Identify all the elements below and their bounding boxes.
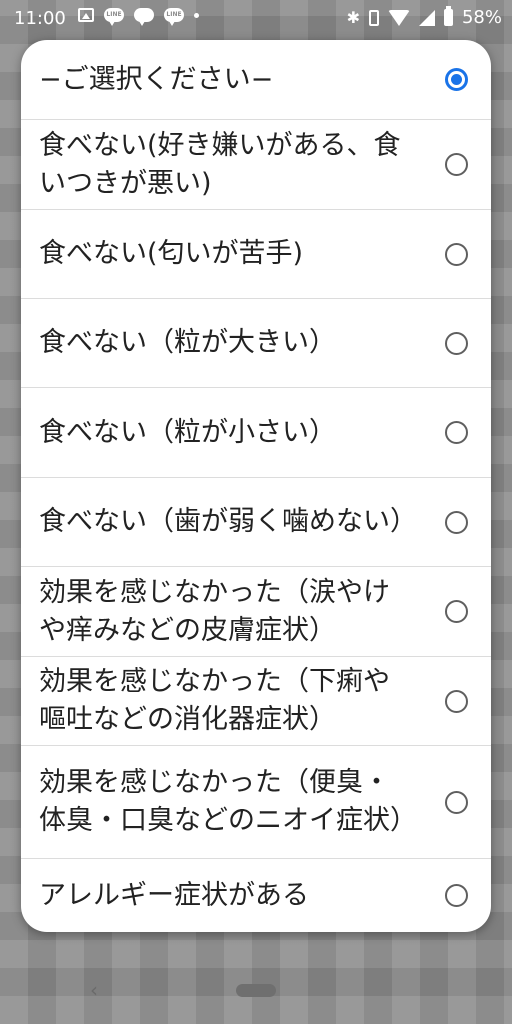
option-row[interactable]: 食べない(好き嫌いがある、食いつきが悪い) <box>21 120 491 210</box>
wifi-icon <box>387 9 410 26</box>
option-label: 食べない（粒が大きい） <box>39 327 336 358</box>
radio-icon[interactable] <box>445 331 468 355</box>
option-label: 食べない（粒が小さい） <box>39 416 336 448</box>
option-row[interactable]: 食べない（歯が弱く噛めない） <box>21 478 491 567</box>
option-row[interactable]: 食べない(匂いが苦手) <box>21 210 491 299</box>
option-row[interactable]: 食べない（粒が小さい） <box>21 388 491 478</box>
option-label: 食べない(好き嫌いがある、食いつきが悪い) <box>39 129 401 199</box>
radio-icon[interactable] <box>445 510 468 534</box>
option-label: 食べない（歯が弱く噛めない） <box>39 506 417 537</box>
bluetooth-icon: ✱ <box>346 8 360 27</box>
radio-icon[interactable] <box>445 600 468 623</box>
chat-bubble-icon <box>134 8 154 26</box>
option-label: 効果を感じなかった（便臭・体臭・口臭などのニオイ症状） <box>39 767 417 836</box>
radio-icon[interactable] <box>445 153 468 176</box>
radio-icon[interactable] <box>445 790 468 814</box>
option-row[interactable]: −ご選択ください− <box>21 40 491 120</box>
option-label: 効果を感じなかった（涙やけや痒みなどの皮膚症状） <box>39 576 390 646</box>
radio-icon[interactable] <box>445 421 468 444</box>
line-icon: LINE <box>164 8 184 26</box>
notification-icons: LINE LINE <box>78 8 199 26</box>
option-label: 効果を感じなかった（下痢や嘔吐などの消化器症状） <box>39 666 390 735</box>
option-row[interactable]: 効果を感じなかった（便臭・体臭・口臭などのニオイ症状） <box>21 746 491 859</box>
option-label: −ご選択ください− <box>39 63 274 95</box>
radio-selected-icon[interactable] <box>445 68 468 91</box>
battery-icon <box>443 6 453 26</box>
radio-icon[interactable] <box>445 242 468 266</box>
radio-icon[interactable] <box>445 689 468 713</box>
status-bar: 11:00 LINE LINE ✱ 58% <box>0 0 512 36</box>
select-options-dialog: −ご選択ください− 食べない(好き嫌いがある、食いつきが悪い) 食べない(匂いが… <box>21 40 491 932</box>
option-row[interactable]: 効果を感じなかった（涙やけや痒みなどの皮膚症状） <box>21 567 491 657</box>
system-icons: ✱ 58% <box>346 6 502 28</box>
signal-icon <box>418 9 435 26</box>
battery-percent: 58% <box>461 7 502 28</box>
vibrate-icon <box>368 9 379 26</box>
line-icon: LINE <box>104 8 124 26</box>
option-row[interactable]: 効果を感じなかった（下痢や嘔吐などの消化器症状） <box>21 657 491 746</box>
option-label: アレルギー症状がある <box>39 879 309 911</box>
radio-icon[interactable] <box>445 884 468 907</box>
home-pill-icon[interactable] <box>236 984 276 997</box>
status-time: 11:00 <box>14 8 66 29</box>
option-label: 食べない(匂いが苦手) <box>39 238 304 269</box>
back-chevron-icon[interactable]: ‹ <box>90 978 98 1002</box>
option-row[interactable]: アレルギー症状がある <box>21 859 491 932</box>
navigation-bar: ‹ <box>0 968 512 1024</box>
option-row[interactable]: 食べない（粒が大きい） <box>21 299 491 388</box>
dot-icon <box>194 12 199 18</box>
image-icon <box>78 8 94 22</box>
